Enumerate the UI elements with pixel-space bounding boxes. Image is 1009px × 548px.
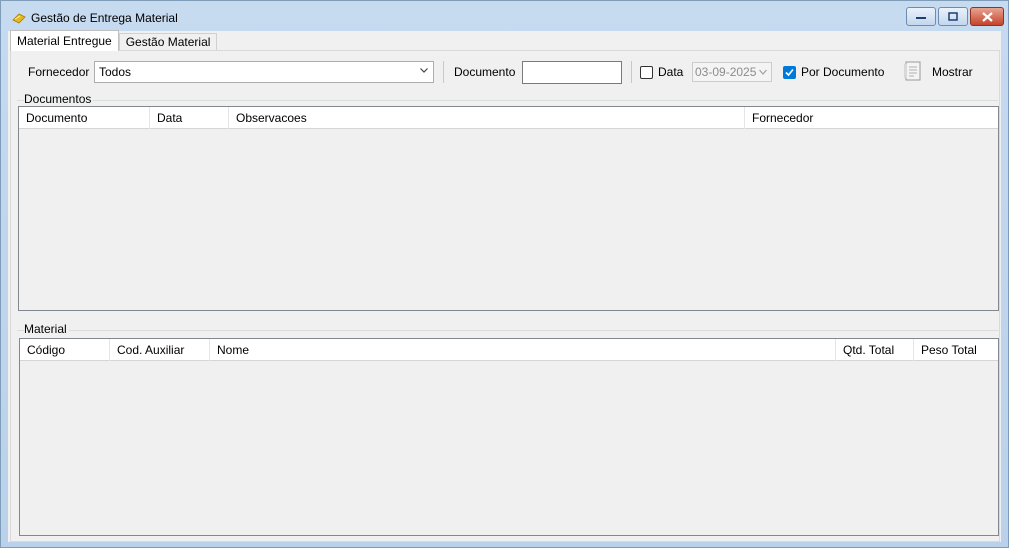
close-button[interactable] bbox=[970, 7, 1004, 26]
maximize-button[interactable] bbox=[938, 7, 968, 26]
fornecedor-select[interactable]: Todos bbox=[94, 61, 434, 83]
por-documento-checkbox[interactable] bbox=[783, 66, 796, 79]
date-value: 03-09-2025 bbox=[695, 65, 757, 79]
documentos-group-title: Documentos bbox=[24, 92, 94, 106]
column-header-data[interactable]: Data bbox=[150, 107, 229, 129]
column-header-peso-total[interactable]: Peso Total bbox=[914, 339, 996, 361]
app-icon bbox=[12, 13, 26, 24]
maximize-icon bbox=[948, 12, 958, 21]
minimize-icon bbox=[916, 16, 926, 19]
documentos-group-border bbox=[17, 100, 998, 101]
data-checkbox[interactable] bbox=[640, 66, 653, 79]
client-area: Material Entregue Gestão Material Fornec… bbox=[8, 30, 1001, 542]
main-window: Gestão de Entrega Material Material Entr… bbox=[0, 0, 1009, 548]
column-header-cod-auxiliar[interactable]: Cod. Auxiliar bbox=[110, 339, 210, 361]
document-icon bbox=[904, 61, 921, 81]
mostrar-label: Mostrar bbox=[932, 65, 973, 79]
fornecedor-value: Todos bbox=[99, 65, 132, 79]
material-grid[interactable]: Código Cod. Auxiliar Nome Qtd. Total Pes… bbox=[19, 338, 999, 536]
minimize-button[interactable] bbox=[906, 7, 936, 26]
column-header-observacoes[interactable]: Observacoes bbox=[229, 107, 745, 129]
chevron-down-icon bbox=[759, 69, 767, 75]
tab-page: Fornecedor Todos Documento Data 03-09-20… bbox=[10, 50, 1000, 542]
column-header-nome[interactable]: Nome bbox=[210, 339, 836, 361]
documento-label: Documento bbox=[454, 65, 516, 79]
material-grid-header: Código Cod. Auxiliar Nome Qtd. Total Pes… bbox=[20, 339, 998, 361]
mostrar-button[interactable]: Mostrar bbox=[901, 59, 981, 85]
toolbar-separator bbox=[443, 61, 444, 83]
documentos-grid-header: Documento Data Observacoes Fornecedor bbox=[19, 107, 998, 129]
filter-toolbar: Fornecedor Todos Documento Data 03-09-20… bbox=[11, 51, 999, 91]
documentos-grid[interactable]: Documento Data Observacoes Fornecedor bbox=[18, 106, 999, 311]
close-icon bbox=[981, 11, 993, 22]
fornecedor-label: Fornecedor bbox=[28, 65, 90, 79]
tab-strip: Material Entregue Gestão Material bbox=[10, 30, 218, 51]
chevron-down-icon bbox=[420, 68, 428, 73]
tab-material-entregue[interactable]: Material Entregue bbox=[10, 30, 119, 51]
column-header-qtd-total[interactable]: Qtd. Total bbox=[836, 339, 914, 361]
column-header-fornecedor[interactable]: Fornecedor bbox=[745, 107, 996, 129]
data-label: Data bbox=[658, 65, 684, 79]
tab-gestao-material[interactable]: Gestão Material bbox=[118, 33, 218, 50]
title-bar[interactable]: Gestão de Entrega Material bbox=[1, 1, 1008, 31]
material-group-title: Material bbox=[24, 322, 69, 336]
documento-input[interactable] bbox=[522, 61, 622, 84]
por-documento-label: Por Documento bbox=[801, 65, 885, 79]
window-title: Gestão de Entrega Material bbox=[31, 11, 178, 25]
toolbar-separator bbox=[631, 61, 632, 83]
column-header-codigo[interactable]: Código bbox=[20, 339, 110, 361]
checkmark-icon bbox=[785, 68, 794, 77]
column-header-documento[interactable]: Documento bbox=[19, 107, 150, 129]
data-date-picker[interactable]: 03-09-2025 bbox=[692, 62, 772, 82]
material-group-border bbox=[17, 330, 1000, 331]
